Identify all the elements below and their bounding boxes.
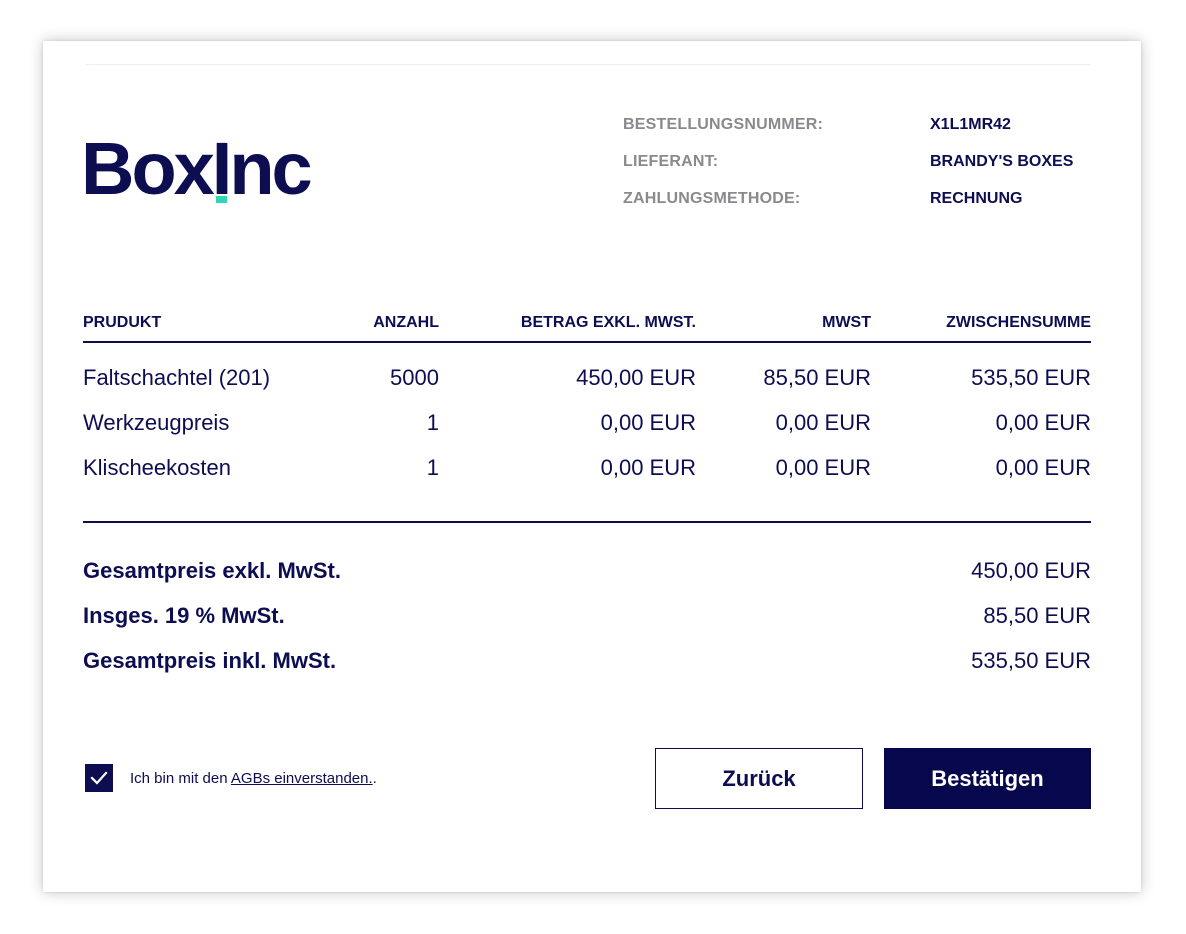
- cell-quantity: 5000: [390, 365, 439, 390]
- cell-amount-net: 0,00 EUR: [600, 455, 696, 480]
- total-vat-value: 85,50 EUR: [983, 603, 1091, 628]
- cell-quantity: 1: [426, 410, 439, 435]
- header-vat: MWST: [822, 314, 871, 331]
- cell-subtotal: 0,00 EUR: [995, 410, 1091, 435]
- cell-product: Klischeekosten: [83, 455, 231, 480]
- supplier-label: LIEFERANT:: [623, 153, 719, 170]
- cell-product: Werkzeugpreis: [83, 410, 230, 435]
- header-subtotal: ZWISCHENSUMME: [946, 314, 1091, 331]
- terms-suffix: .: [372, 769, 377, 787]
- back-button[interactable]: Zurück: [655, 748, 863, 809]
- order-number-row: BESTELLUNGSNUMMER: X1L1MR42: [623, 116, 1093, 153]
- cell-vat: 0,00 EUR: [775, 410, 871, 435]
- terms-prefix: Ich bin mit den: [130, 769, 231, 787]
- cell-vat: 0,00 EUR: [775, 455, 871, 480]
- payment-method-label: ZAHLUNGSMETHODE:: [623, 190, 801, 207]
- order-meta: BESTELLUNGSNUMMER: X1L1MR42 LIEFERANT: B…: [623, 116, 1093, 227]
- table-row: Klischeekosten 1 0,00 EUR 0,00 EUR 0,00 …: [83, 455, 1091, 500]
- header-amount-net: BETRAG EXKL. MWST.: [520, 314, 696, 331]
- supplier-value: BRANDY'S BOXES: [930, 153, 1074, 170]
- total-net-value: 450,00 EUR: [971, 558, 1091, 583]
- cell-amount-net: 0,00 EUR: [600, 410, 696, 435]
- header-quantity: ANZAHL: [373, 314, 439, 331]
- total-net-label: Gesamtpreis exkl. MwSt.: [83, 558, 341, 583]
- cell-product: Faltschachtel (201): [83, 365, 271, 390]
- table-row: Werkzeugpreis 1 0,00 EUR 0,00 EUR 0,00 E…: [83, 410, 1091, 455]
- terms-agreement: Ich bin mit den AGBs einverstanden..: [85, 763, 377, 793]
- top-divider: [85, 64, 1091, 65]
- total-net-row: Gesamtpreis exkl. MwSt. 450,00 EUR: [83, 558, 1091, 603]
- payment-method-row: ZAHLUNGSMETHODE: RECHNUNG: [623, 190, 1093, 227]
- total-vat-label: Insges. 19 % MwSt.: [83, 603, 285, 628]
- cell-amount-net: 450,00 EUR: [576, 365, 696, 390]
- cell-subtotal: 0,00 EUR: [995, 455, 1091, 480]
- order-number-label: BESTELLUNGSNUMMER:: [623, 116, 824, 133]
- order-confirmation-card: BoxInc BESTELLUNGSNUMMER: X1L1MR42 LIEFE…: [43, 41, 1141, 892]
- header-product: PRUDUKT: [83, 314, 162, 331]
- total-vat-row: Insges. 19 % MwSt. 85,50 EUR: [83, 603, 1091, 648]
- order-number-value: X1L1MR42: [930, 116, 1011, 133]
- cell-subtotal: 535,50 EUR: [971, 365, 1091, 390]
- confirm-button[interactable]: Bestätigen: [884, 748, 1091, 809]
- total-gross-label: Gesamtpreis inkl. MwSt.: [83, 648, 337, 673]
- table-header: PRUDUKT ANZAHL BETRAG EXKL. MWST. MWST Z…: [83, 311, 1091, 343]
- brand-logo: BoxInc: [81, 127, 313, 210]
- table-body: Faltschachtel (201) 5000 450,00 EUR 85,5…: [83, 365, 1091, 523]
- total-gross-row: Gesamtpreis inkl. MwSt. 535,50 EUR: [83, 648, 1091, 693]
- table-row: Faltschachtel (201) 5000 450,00 EUR 85,5…: [83, 365, 1091, 410]
- supplier-row: LIEFERANT: BRANDY'S BOXES: [623, 153, 1093, 190]
- terms-checkbox[interactable]: [85, 764, 113, 792]
- terms-text: Ich bin mit den AGBs einverstanden..: [130, 770, 377, 787]
- logo-accent-mark: [216, 196, 227, 203]
- order-totals: Gesamtpreis exkl. MwSt. 450,00 EUR Insge…: [83, 558, 1091, 693]
- order-items-table: PRUDUKT ANZAHL BETRAG EXKL. MWST. MWST Z…: [83, 311, 1091, 523]
- total-gross-value: 535,50 EUR: [971, 648, 1091, 673]
- terms-link[interactable]: AGBs einverstanden.: [231, 770, 373, 787]
- payment-method-value: RECHNUNG: [930, 190, 1023, 207]
- cell-quantity: 1: [426, 455, 439, 480]
- checkmark-icon: [90, 771, 108, 785]
- cell-vat: 85,50 EUR: [763, 365, 871, 390]
